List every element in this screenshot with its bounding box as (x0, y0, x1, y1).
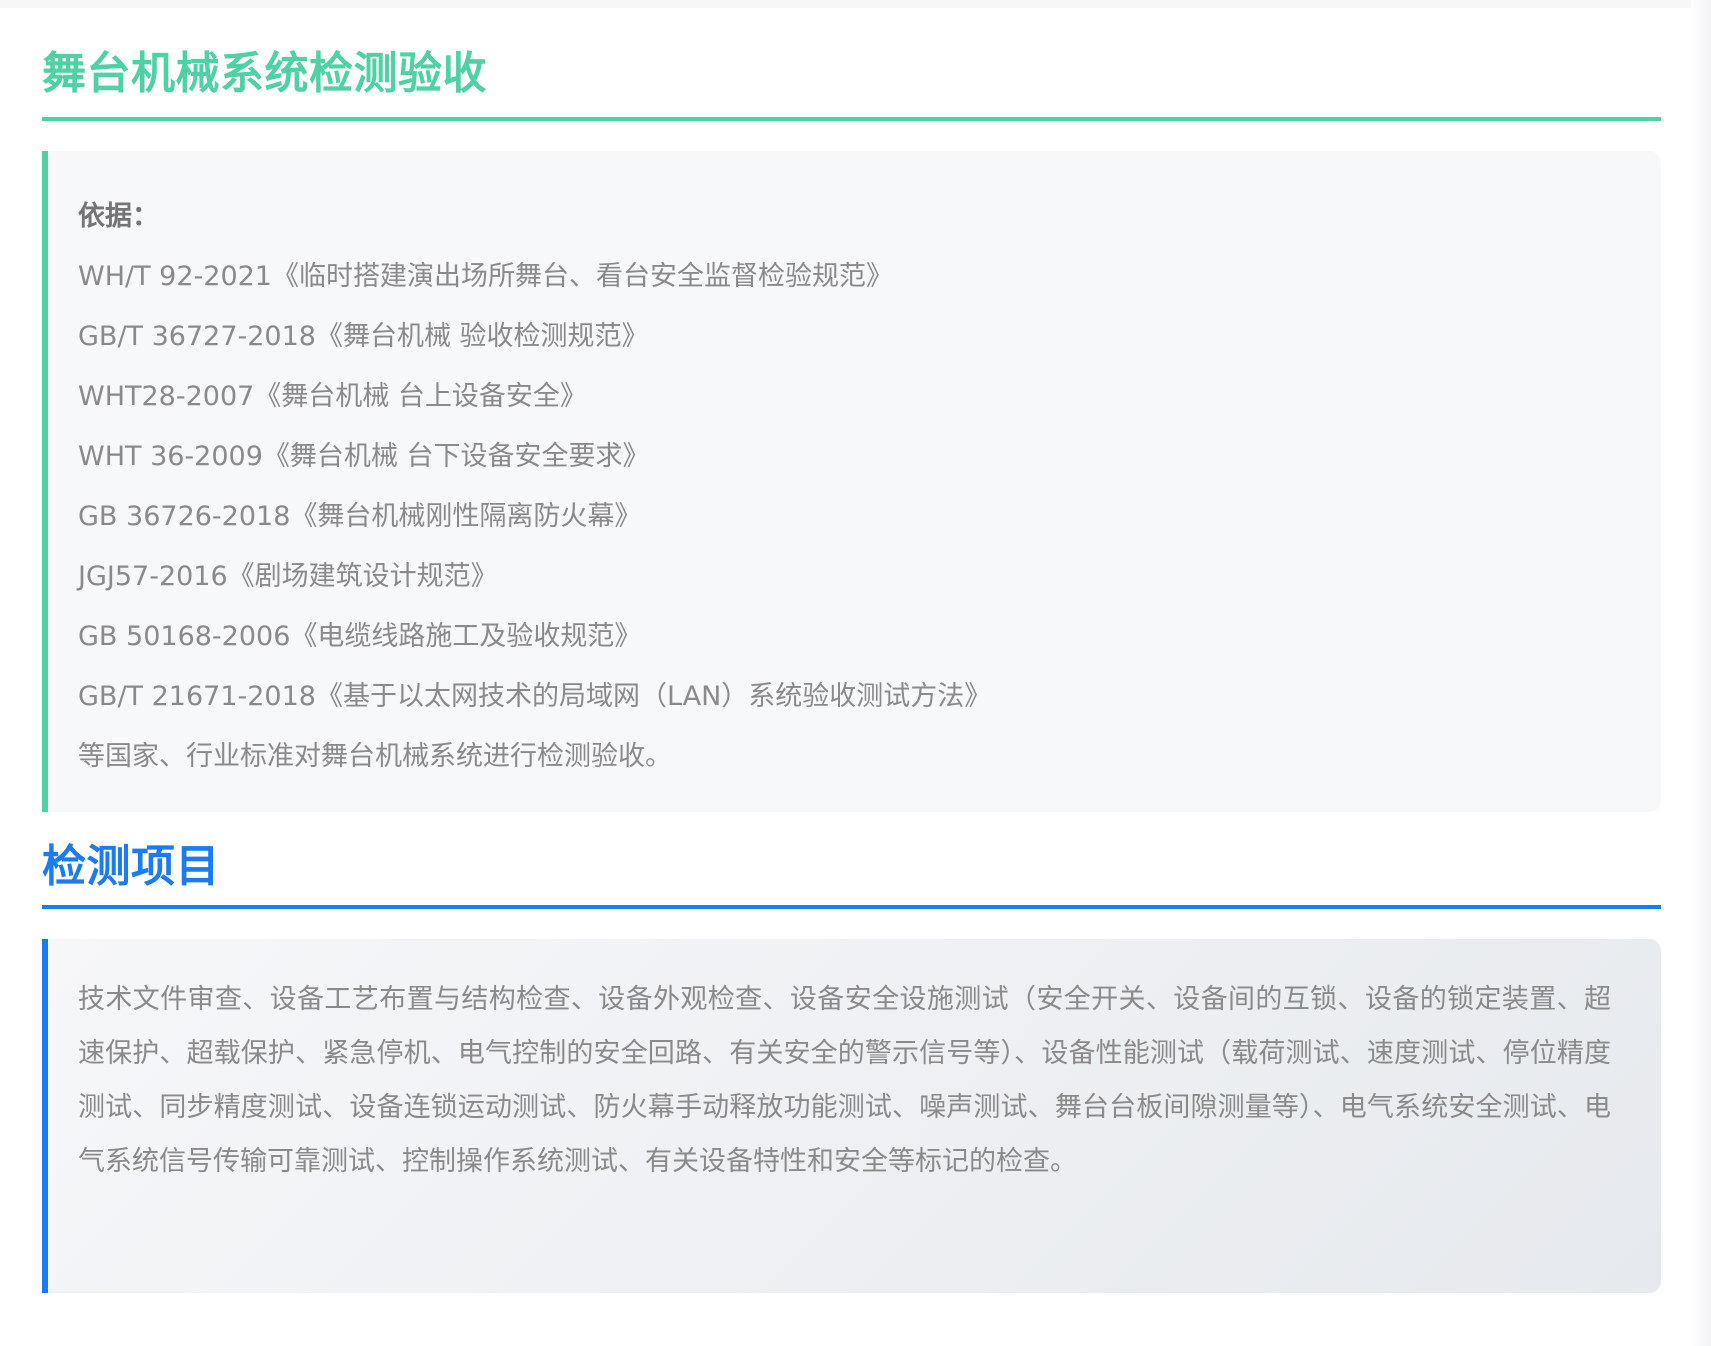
standard-item: WHT 36-2009《舞台机械 台下设备安全要求》 (78, 441, 650, 472)
basis-box: 依据： WH/T 92-2021《临时搭建演出场所舞台、看台安全监督检验规范》 … (42, 151, 1661, 812)
standard-item: GB/T 36727-2018《舞台机械 验收检测规范》 (78, 321, 649, 352)
test-items-box: 技术文件审查、设备工艺布置与结构检查、设备外观检查、设备安全设施测试（安全开关、… (42, 939, 1661, 1293)
standard-item: WH/T 92-2021《临时搭建演出场所舞台、看台安全监督检验规范》 (78, 261, 893, 292)
standard-item: JGJ57-2016《剧场建筑设计规范》 (78, 561, 498, 592)
standard-item: GB 50168-2006《电缆线路施工及验收规范》 (78, 621, 642, 652)
standard-item: GB 36726-2018《舞台机械刚性隔离防火幕》 (78, 501, 642, 532)
section-title-acceptance: 舞台机械系统检测验收 (42, 48, 487, 99)
standard-item: WHT28-2007《舞台机械 台上设备安全》 (78, 381, 587, 412)
page: 舞台机械系统检测验收 依据： WH/T 92-2021《临时搭建演出场所舞台、看… (0, 0, 1711, 1346)
test-items-text: 技术文件审查、设备工艺布置与结构检查、设备外观检查、设备安全设施测试（安全开关、… (78, 984, 1611, 1177)
top-shadow (0, 0, 1711, 8)
title-underline (42, 905, 1661, 909)
section-title-test-items: 检测项目 (42, 841, 220, 892)
right-scroll-edge (1691, 0, 1711, 1346)
standard-item: GB/T 21671-2018《基于以太网技术的局域网（LAN）系统验收测试方法… (78, 681, 992, 712)
standard-closing: 等国家、行业标准对舞台机械系统进行检测验收。 (78, 741, 672, 772)
title-underline (42, 117, 1661, 121)
basis-label: 依据： (78, 201, 159, 232)
